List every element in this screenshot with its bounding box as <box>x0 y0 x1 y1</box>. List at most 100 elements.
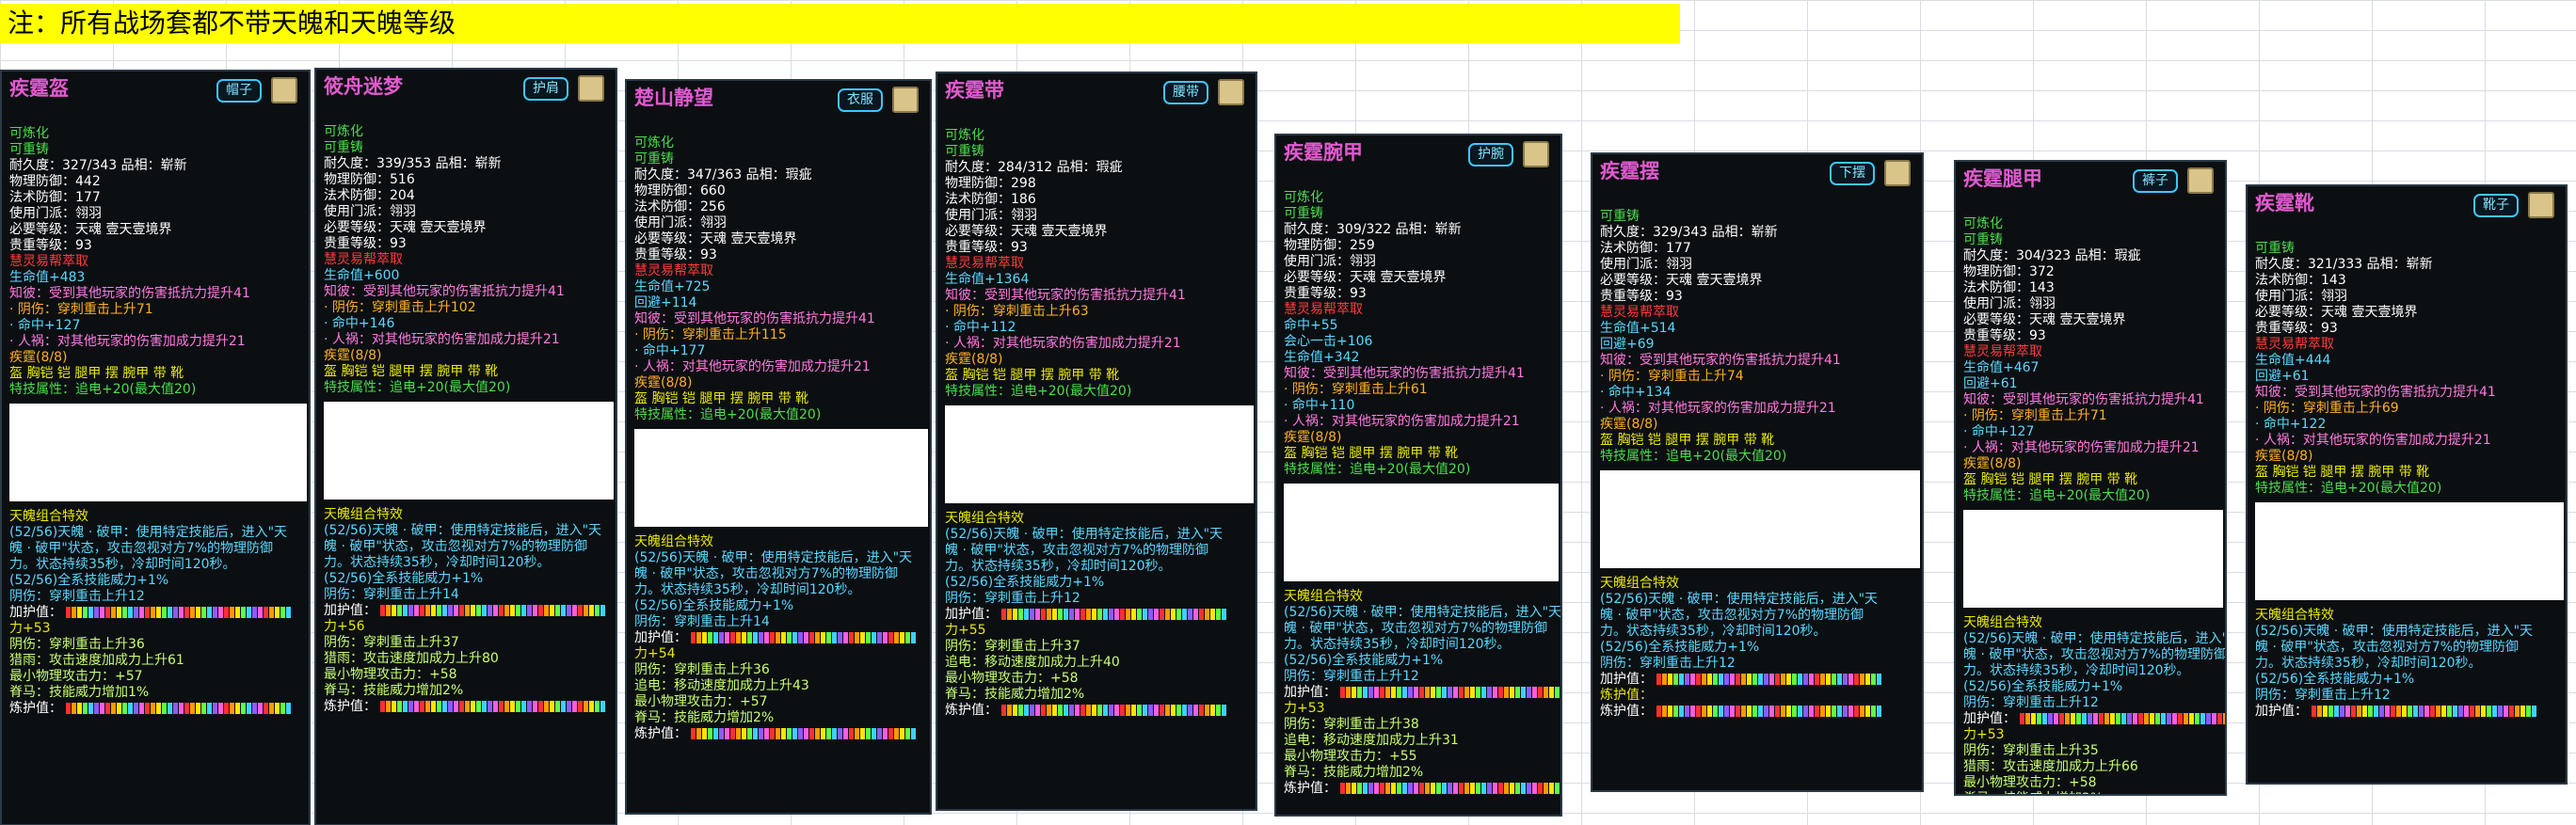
bag-icon[interactable] <box>892 87 919 113</box>
tail-line: 阴伤：穿刺重击上升14 <box>324 587 459 602</box>
all-skill-line: (52/56)全系技能威力+1% <box>1600 640 1760 655</box>
bonus-line: 最小物理攻击力：+55 <box>1284 749 1417 764</box>
attr-line: 生命值+514 <box>1600 321 1676 336</box>
attr-line: 可重铸 <box>1284 206 1323 221</box>
jiahu-row: 加护值： <box>9 605 303 621</box>
attr-line: 物理防御：442 <box>9 174 101 189</box>
attr-line: · 命中+134 <box>1600 385 1672 400</box>
attr-line: · 人祸：对其他玩家的伤害加成力提升21 <box>1284 414 1520 429</box>
attr-line: 可重铸 <box>9 142 49 157</box>
item-title: 疾霆盔 <box>9 77 69 100</box>
tianpo-line: 魄 · 破甲"状态，攻击忽视对方7%的物理防御 <box>1600 608 1864 623</box>
item-tooltip-card: 筱舟迷梦 护肩 可炼化 可重铸 耐久度：339/353 品相：崭新 物理防御：516 法术防… <box>314 68 617 825</box>
attr-line: 贵重等级：93 <box>945 240 1028 255</box>
bag-icon[interactable] <box>1218 79 1244 105</box>
jiahu-label: 加护值： <box>1963 711 2016 726</box>
tianpo-line: (52/56)天魄 · 破甲：使用特定技能后，进入"天 <box>9 525 288 540</box>
attr-line: 贵重等级：93 <box>9 238 92 253</box>
slot-tag[interactable]: 护腕 <box>1468 143 1513 167</box>
bonus-line: 最小物理攻击力：+58 <box>945 671 1079 686</box>
slot-tag[interactable]: 裤子 <box>2133 169 2178 193</box>
attr-line: 耐久度：327/343 品相：崭新 <box>9 158 187 173</box>
attr-line: 知彼：受到其他玩家的伤害抵抗力提升41 <box>2255 385 2496 400</box>
attr-line: 法术防御：186 <box>945 192 1036 207</box>
attr-line: 必要等级：天魂 壹天壹境界 <box>9 222 172 237</box>
lianhu-label: 炼护值： <box>1284 781 1336 796</box>
attr-line: · 人祸：对其他玩家的伤害加成力提升21 <box>945 336 1181 351</box>
special-attr-line: 特技属性：追电+20(最大值20) <box>9 382 197 397</box>
bag-icon[interactable] <box>2187 167 2214 194</box>
rainbow-bar <box>691 728 917 739</box>
bag-icon[interactable] <box>271 77 297 103</box>
bonus-line: 最小物理攻击力：+58 <box>324 667 457 682</box>
jiahu-row: 加护值： <box>1284 685 1560 701</box>
attr-line: 必要等级：天魂 壹天壹境界 <box>1284 270 1447 285</box>
attr-line: 可炼化 <box>9 126 49 141</box>
attr-line: 可重铸 <box>324 140 363 155</box>
attr-line: 回避+69 <box>1600 337 1655 352</box>
tianpo-line: 力。状态持续35秒，冷却时间120秒。 <box>324 555 551 570</box>
attr-line: 知彼：受到其他玩家的伤害抵抗力提升41 <box>945 288 1186 303</box>
set-pieces-line: 盔 胸铠 铠 腿甲 摆 腕甲 带 靴 <box>324 364 499 379</box>
attr-line: · 阴伤：穿刺重击上升69 <box>2255 401 2399 416</box>
attr-line: · 阴伤：穿刺重击上升102 <box>324 300 476 315</box>
bonus-line: 炼护值： <box>1600 688 1653 703</box>
rainbow-bar <box>1340 687 1560 698</box>
jiahu-label: 加护值： <box>2255 704 2308 719</box>
attr-line: 法术防御：177 <box>1600 241 1691 256</box>
bag-icon[interactable] <box>1884 160 1911 186</box>
slot-tag[interactable]: 下摆 <box>1830 162 1875 185</box>
rainbow-bar <box>1656 674 1882 685</box>
set-pieces-line: 盔 胸铠 铠 腿甲 摆 腕甲 带 靴 <box>1963 472 2138 487</box>
rainbow-bar <box>380 701 606 712</box>
attr-line: 耐久度：321/333 品相：崭新 <box>2255 257 2433 272</box>
tianpo-title: 天魄组合特效 <box>324 507 403 522</box>
bag-icon[interactable] <box>578 75 604 102</box>
slot-tag[interactable]: 帽子 <box>216 79 262 103</box>
item-title: 疾霆带 <box>945 79 1004 102</box>
bonus-line: 最小物理攻击力：+57 <box>634 694 768 709</box>
attr-line: 生命值+467 <box>1963 360 2040 375</box>
special-attr-line: 特技属性：追电+20(最大值20) <box>1284 462 1471 477</box>
tail-line: 阴伤：穿刺重击上升12 <box>9 589 145 604</box>
jiahu-label: 加护值： <box>9 605 62 620</box>
tianpo-line: (52/56)天魄 · 破甲：使用特定技能后，进入"天 <box>1600 592 1879 607</box>
attr-line: 物理防御：372 <box>1963 264 2055 279</box>
note-banner: 注：所有战场套都不带天魄和天魄等级 <box>0 4 1680 43</box>
jiahu-row: 加护值： <box>2255 704 2560 720</box>
attr-line: 贵重等级：93 <box>1963 328 2046 343</box>
attr-line: 贵重等级：93 <box>2255 321 2338 336</box>
slot-tag[interactable]: 护肩 <box>523 77 568 101</box>
attr-line: 法术防御：204 <box>324 188 415 203</box>
lianhu-label: 炼护值： <box>945 703 998 718</box>
bonus-line: 力+53 <box>9 621 51 636</box>
bag-icon[interactable] <box>2528 192 2554 218</box>
lianhu-label: 炼护值： <box>324 699 376 714</box>
slot-tag[interactable]: 腰带 <box>1163 81 1208 104</box>
attr-line: 慧灵易帮萃取 <box>634 263 713 278</box>
bag-icon[interactable] <box>1523 141 1549 167</box>
attr-line: · 阴伤：穿刺重击上升61 <box>1284 382 1428 397</box>
rainbow-bar <box>1001 609 1227 620</box>
attr-line: · 人祸：对其他玩家的伤害加成力提升21 <box>1963 440 2200 455</box>
attr-line: · 命中+127 <box>1963 424 2035 439</box>
lianhu-label: 炼护值： <box>9 701 62 716</box>
set-pieces-line: 盔 胸铠 铠 腿甲 摆 腕甲 带 靴 <box>9 366 184 381</box>
slot-tag[interactable]: 衣服 <box>838 88 883 112</box>
bonus-line: 阴伤：穿刺重击上升36 <box>634 662 770 677</box>
attr-line: 可重铸 <box>1963 232 2003 247</box>
jiahu-label: 加护值： <box>1284 685 1336 700</box>
bonus-line: 力+55 <box>945 623 986 638</box>
attr-line: 生命值+342 <box>1284 350 1360 365</box>
item-tooltip-card: 楚山静望 衣服 可炼化 可重铸 耐久度：347/363 品相：瑕疵 物理防御：660 法术防… <box>625 79 932 815</box>
attr-line: · 命中+127 <box>9 318 81 333</box>
attr-line: 贵重等级：93 <box>324 236 407 251</box>
bonus-line: 脊马：技能威力增加2% <box>634 710 775 725</box>
attr-line: 法术防御：256 <box>634 199 726 214</box>
item-tooltip-card: 疾霆盔 帽子 可炼化 可重铸 耐久度：327/343 品相：崭新 物理防御：442 法术防御… <box>0 70 311 825</box>
redacted-box <box>945 405 1254 503</box>
set-pieces-line: 盔 胸铠 铠 腿甲 摆 腕甲 带 靴 <box>945 368 1120 383</box>
rainbow-bar <box>691 632 917 643</box>
attr-line: 可重铸 <box>945 144 984 159</box>
slot-tag[interactable]: 靴子 <box>2473 194 2519 217</box>
